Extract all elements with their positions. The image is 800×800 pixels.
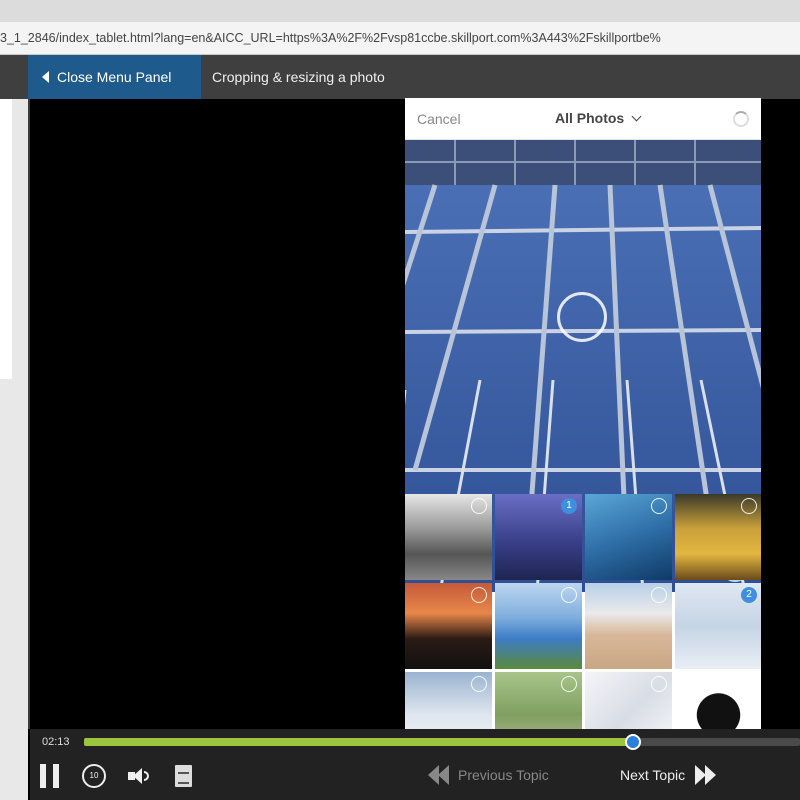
cancel-button[interactable]: Cancel xyxy=(417,111,461,127)
phone-screenshot: Cancel All Photos 1 2 xyxy=(405,98,761,730)
select-badge[interactable] xyxy=(471,676,487,692)
progress-fill xyxy=(84,738,634,746)
photo-city-bw[interactable] xyxy=(405,494,492,580)
photo-white-fabric[interactable] xyxy=(585,672,672,730)
close-menu-panel-button[interactable]: Close Menu Panel xyxy=(28,55,201,99)
rewind-icon xyxy=(426,765,452,785)
phone-nav-bar: Cancel All Photos xyxy=(405,98,761,140)
replay-seconds: 10 xyxy=(89,771,99,780)
photo-solar-field[interactable] xyxy=(495,583,582,669)
previous-topic-button[interactable]: Previous Topic xyxy=(426,765,549,785)
pause-button[interactable] xyxy=(40,764,60,788)
address-bar[interactable]: 3_1_2846/index_tablet.html?lang=en&AICC_… xyxy=(0,22,800,55)
address-bar-url[interactable]: 3_1_2846/index_tablet.html?lang=en&AICC_… xyxy=(0,22,800,45)
select-badge[interactable] xyxy=(651,498,667,514)
photo-whale[interactable] xyxy=(585,494,672,580)
photo-geodesic[interactable] xyxy=(675,672,761,730)
album-selector[interactable]: All Photos xyxy=(555,110,624,126)
select-badge[interactable]: 1 xyxy=(561,498,577,514)
previous-topic-label: Previous Topic xyxy=(458,767,549,783)
select-badge[interactable] xyxy=(651,587,667,603)
photo-grid: 12 xyxy=(405,494,761,730)
select-badge[interactable] xyxy=(471,498,487,514)
select-badge[interactable]: 2 xyxy=(741,587,757,603)
side-panel xyxy=(0,99,28,800)
photo-solar-panels[interactable]: 2 xyxy=(675,583,761,669)
select-badge[interactable] xyxy=(471,587,487,603)
fast-forward-icon xyxy=(693,765,719,785)
photo-colosseum[interactable] xyxy=(675,494,761,580)
photo-hillside[interactable] xyxy=(495,672,582,730)
select-badge[interactable] xyxy=(561,676,577,692)
select-badge[interactable] xyxy=(561,587,577,603)
loading-spinner-icon xyxy=(733,111,749,127)
player-controls: 02:13 10 Previous Topic Next Topic xyxy=(30,729,800,800)
divider xyxy=(28,99,30,729)
photo-brandenburg-gate[interactable] xyxy=(405,583,492,669)
close-menu-panel-label: Close Menu Panel xyxy=(57,69,172,85)
elapsed-time: 02:13 xyxy=(42,736,70,748)
chevron-left-icon xyxy=(42,71,49,83)
browser-tab-strip xyxy=(0,0,800,22)
side-panel-content xyxy=(0,99,12,379)
transcript-icon[interactable] xyxy=(175,765,192,787)
touch-indicator xyxy=(557,292,607,342)
chevron-down-icon xyxy=(631,111,642,122)
next-topic-label: Next Topic xyxy=(620,767,686,783)
photo-snow[interactable] xyxy=(405,672,492,730)
lesson-title: Cropping & resizing a photo xyxy=(212,69,385,85)
replay-10-button[interactable]: 10 xyxy=(82,764,106,788)
photo-stadium[interactable] xyxy=(585,583,672,669)
photo-golden-gate[interactable]: 1 xyxy=(495,494,582,580)
select-badge[interactable] xyxy=(741,498,757,514)
select-badge[interactable] xyxy=(741,676,757,692)
progress-handle[interactable] xyxy=(625,734,642,750)
progress-track[interactable] xyxy=(84,734,800,750)
select-badge[interactable] xyxy=(651,676,667,692)
volume-icon[interactable] xyxy=(128,768,150,784)
next-topic-button[interactable]: Next Topic xyxy=(620,765,719,785)
player-header: Close Menu Panel Cropping & resizing a p… xyxy=(0,55,800,99)
